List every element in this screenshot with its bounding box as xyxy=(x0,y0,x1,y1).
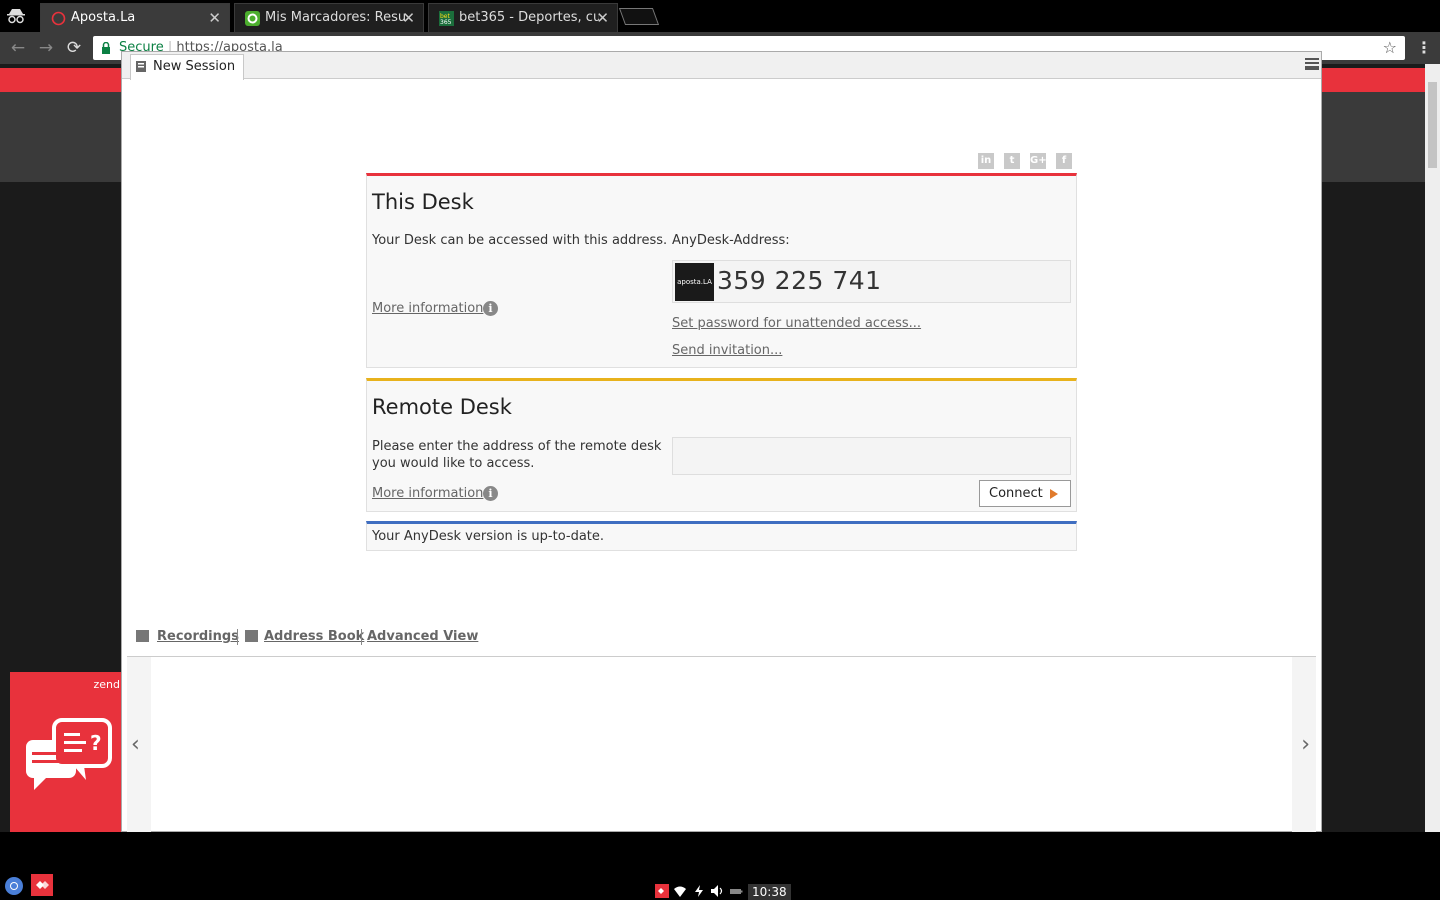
play-arrow-icon xyxy=(1050,489,1058,499)
session-tab-label: New Session xyxy=(153,59,236,74)
send-invitation-link[interactable]: Send invitation... xyxy=(672,343,782,358)
hamburger-menu-icon[interactable] xyxy=(1305,58,1319,70)
tab-bet365[interactable]: bet 365 bet365 - Deportes, cuo ✕ xyxy=(428,3,618,32)
anydesk-address-box[interactable]: aposta.LA 359 225 741 xyxy=(672,260,1071,303)
bookmark-star-icon[interactable]: ☆ xyxy=(1383,38,1397,57)
separator xyxy=(361,629,362,645)
battery-icon[interactable] xyxy=(729,884,743,898)
remote-desk-title: Remote Desk xyxy=(372,395,512,419)
twitter-icon[interactable]: t xyxy=(1004,153,1020,169)
chat-bubble-icon: ? xyxy=(26,718,112,790)
google-plus-icon[interactable]: G+ xyxy=(1030,153,1047,169)
close-tab-icon[interactable]: ✕ xyxy=(596,9,609,27)
forward-icon[interactable]: → xyxy=(36,38,56,58)
power-icon[interactable] xyxy=(692,884,706,898)
tab-aposta[interactable]: Aposta.La ✕ xyxy=(40,3,230,32)
connect-label: Connect xyxy=(989,486,1043,501)
system-clock[interactable]: 10:38 xyxy=(748,884,791,900)
back-icon[interactable]: ← xyxy=(8,38,28,58)
close-tab-icon[interactable]: ✕ xyxy=(208,9,221,27)
remote-desk-description-line1: Please enter the address of the remote d… xyxy=(372,439,662,454)
anydesk-launcher-icon[interactable] xyxy=(31,874,53,896)
info-icon[interactable]: i xyxy=(483,301,498,316)
reload-icon[interactable]: ⟳ xyxy=(64,38,84,58)
info-icon[interactable]: i xyxy=(483,486,498,501)
session-carousel: ‹ › xyxy=(127,656,1316,833)
remote-desk-more-info-link[interactable]: More information xyxy=(372,486,483,501)
session-document-icon xyxy=(136,61,146,72)
browser-tab-strip: Aposta.La ✕ Mis Marcadores: Resu ✕ bet 36… xyxy=(0,0,1440,32)
bet365-favicon-icon: bet365 xyxy=(439,11,454,26)
anydesk-window: New Session in t G+ f This Desk Your Des… xyxy=(121,51,1322,833)
facebook-icon[interactable]: f xyxy=(1056,153,1072,169)
tab-title: Aposta.La xyxy=(71,10,136,25)
new-session-tab[interactable]: New Session xyxy=(130,54,245,80)
address-book-icon xyxy=(245,630,258,642)
chrome-launcher-icon[interactable] xyxy=(4,876,24,896)
recordings-icon xyxy=(136,630,149,642)
wifi-icon[interactable] xyxy=(673,884,687,898)
volume-icon[interactable] xyxy=(710,884,724,898)
this-desk-title: This Desk xyxy=(372,190,474,214)
scrollbar-thumb[interactable] xyxy=(1428,82,1437,168)
separator xyxy=(237,629,238,645)
svg-text:365: 365 xyxy=(440,19,452,26)
remote-desk-description-line2: you would like to access. xyxy=(372,456,535,471)
this-desk-panel: This Desk Your Desk can be accessed with… xyxy=(366,173,1077,368)
address-book-link[interactable]: Address Book xyxy=(264,629,364,644)
close-tab-icon[interactable]: ✕ xyxy=(402,9,415,27)
advanced-view-link[interactable]: Advanced View xyxy=(367,629,478,644)
recordings-link[interactable]: Recordings xyxy=(157,629,239,644)
zendesk-label: zend xyxy=(93,678,121,691)
anydesk-address-number[interactable]: 359 225 741 xyxy=(717,266,882,295)
tab-title: Mis Marcadores: Resu xyxy=(265,10,405,25)
set-password-link[interactable]: Set password for unattended access... xyxy=(672,316,921,331)
browser-menu-icon[interactable]: ⋮ xyxy=(1416,38,1432,57)
lock-icon xyxy=(102,42,110,54)
this-desk-more-info-link[interactable]: More information xyxy=(372,301,483,316)
this-desk-description: Your Desk can be accessed with this addr… xyxy=(372,233,668,248)
version-status-panel: Your AnyDesk version is up-to-date. xyxy=(366,521,1077,551)
tab-mis-marcadores[interactable]: Mis Marcadores: Resu ✕ xyxy=(234,3,424,32)
version-status-text: Your AnyDesk version is up-to-date. xyxy=(372,529,605,544)
page-scrollbar[interactable] xyxy=(1425,64,1440,832)
aposta-favicon-icon xyxy=(51,11,66,26)
anydesk-address-label: AnyDesk-Address: xyxy=(672,233,790,248)
mis-marcadores-favicon-icon xyxy=(245,11,260,26)
connect-button[interactable]: Connect xyxy=(979,480,1071,507)
remote-desk-panel: Remote Desk Please enter the address of … xyxy=(366,378,1077,512)
incognito-icon xyxy=(7,9,25,24)
anydesk-tray-icon[interactable] xyxy=(655,884,669,898)
svg-text:?: ? xyxy=(90,731,102,755)
remote-address-input[interactable] xyxy=(672,437,1071,475)
tab-title: bet365 - Deportes, cuo xyxy=(459,10,599,25)
linkedin-icon[interactable]: in xyxy=(978,153,994,169)
zendesk-chat-widget[interactable]: zend ? xyxy=(10,672,122,832)
new-tab-button[interactable] xyxy=(618,8,660,25)
anydesk-tab-bar: New Session xyxy=(122,52,1321,80)
aposta-logo: aposta.LA xyxy=(675,263,714,301)
chevron-left-icon[interactable]: ‹ xyxy=(131,732,140,757)
chevron-right-icon[interactable]: › xyxy=(1301,732,1310,757)
